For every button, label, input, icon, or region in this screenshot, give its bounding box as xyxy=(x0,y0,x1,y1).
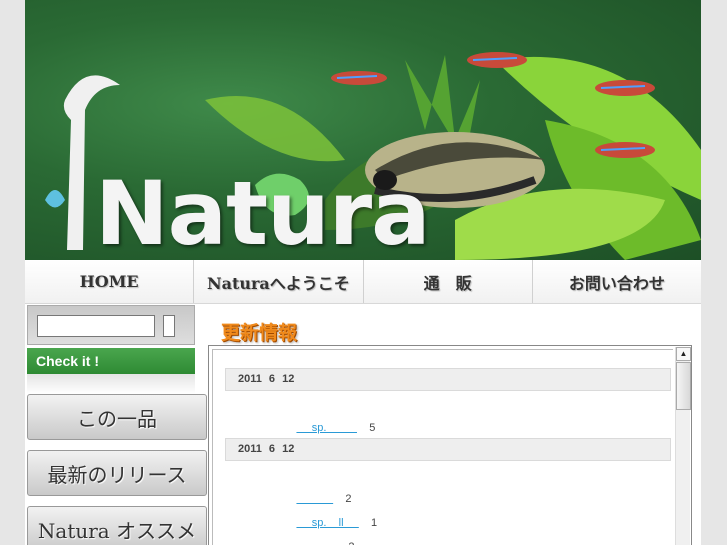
scrollbar[interactable]: ▲ xyxy=(675,347,691,545)
news-date: 2011 6 12 xyxy=(225,438,671,461)
check-it-header: Check it ! xyxy=(27,348,195,374)
section-title: 更新情報 xyxy=(221,322,298,344)
news-item-text: 2 xyxy=(345,493,352,505)
check-it-panel xyxy=(27,374,195,394)
news-list: 2011 6 12 sp. 5 2011 6 12 2 sp. ll 1 2 xyxy=(212,349,673,545)
page: Natura HOME Naturaへようこそ 通 販 お問い合わせ Check… xyxy=(25,0,701,545)
news-link[interactable]: sp. xyxy=(296,422,357,434)
news-item-text: 2 xyxy=(348,541,354,545)
news-link[interactable]: sp. ll xyxy=(296,517,358,529)
news-link[interactable] xyxy=(296,541,336,545)
news-item-text: 5 xyxy=(369,422,376,434)
news-item-text: 1 xyxy=(371,517,378,529)
news-item: 2 xyxy=(272,529,354,545)
nav-item-welcome[interactable]: Naturaへようこそ xyxy=(194,260,364,303)
search-box xyxy=(27,305,195,345)
sidebar: Check it ! この一品 最新のリリース Natura オススメ xyxy=(25,305,209,545)
scroll-up-arrow-icon[interactable]: ▲ xyxy=(676,347,691,361)
header-banner: Natura xyxy=(25,0,701,260)
scrollbar-thumb[interactable] xyxy=(676,362,691,410)
sidebar-button-featured-item[interactable]: この一品 xyxy=(27,394,207,440)
nav-item-shop[interactable]: 通 販 xyxy=(363,260,533,303)
logo-text: Natura xyxy=(95,162,431,260)
search-button[interactable] xyxy=(163,315,175,337)
sidebar-button-recommended[interactable]: Natura オススメ xyxy=(27,506,207,545)
search-input[interactable] xyxy=(37,315,155,337)
news-frame: 2011 6 12 sp. 5 2011 6 12 2 sp. ll 1 2 xyxy=(208,345,692,545)
news-link[interactable] xyxy=(296,493,333,505)
nav-item-home[interactable]: HOME xyxy=(25,260,195,303)
sidebar-button-latest-release[interactable]: 最新のリリース xyxy=(27,450,207,496)
main-nav: HOME Naturaへようこそ 通 販 お問い合わせ xyxy=(25,260,701,304)
nav-item-contact[interactable]: お問い合わせ xyxy=(532,260,701,303)
news-date: 2011 6 12 xyxy=(225,368,671,391)
